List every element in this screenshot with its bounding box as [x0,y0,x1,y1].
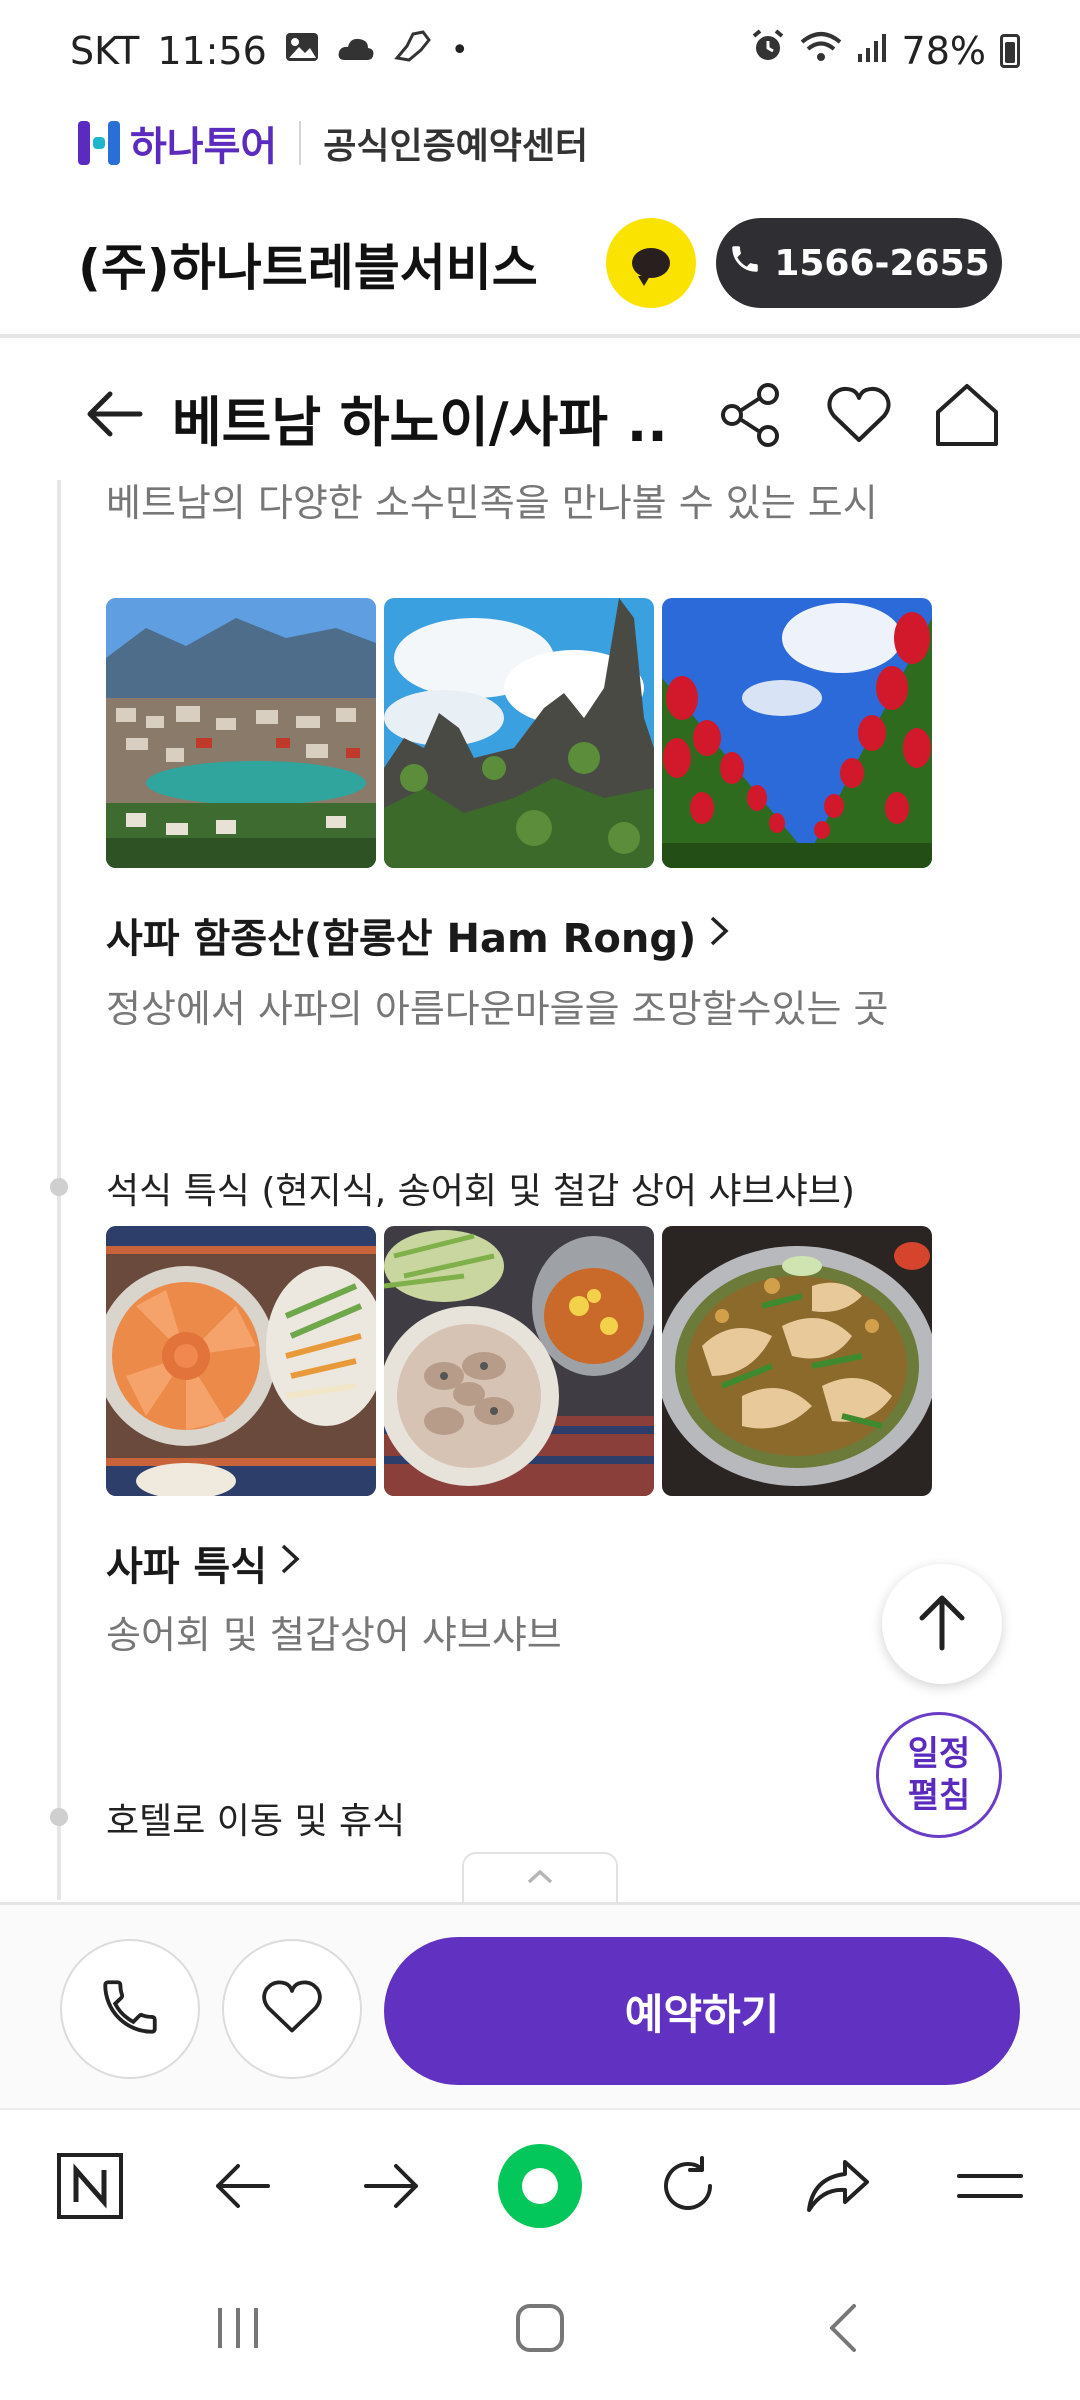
page-title: 베트남 하노이/사파 ... [172,391,672,454]
spot2-description: 송어회 및 철갑상어 샤브샤브 [106,1613,562,1657]
timeline-dot [50,1808,68,1826]
reserve-button[interactable]: 예약하기 [384,1937,1020,2085]
recent-apps-icon[interactable] [208,2298,268,2358]
kakao-chat-button[interactable] [606,218,696,308]
gallery-icon [285,31,319,71]
heart-icon [259,1974,325,2044]
meal-photo-row [106,1226,932,1496]
chevron-right-icon [708,912,730,958]
phone-number: 1566-2655 [774,242,990,284]
browser-back-icon[interactable] [206,2150,278,2222]
home-icon[interactable] [932,380,1002,450]
spot2-title-link[interactable]: 사파 특식 [106,1534,301,1592]
spot1-description: 정상에서 사파의 아름다운마을을 조망할수있는 곳 [106,987,889,1031]
phone-icon [97,1974,163,2044]
red-tulips-photo[interactable] [662,598,932,868]
expand-schedule-label-2: 펼침 [907,1776,971,1816]
bottom-action-bar: 예약하기 [0,1902,1080,2108]
shoe-icon [393,28,433,73]
scroll-to-top-button[interactable] [882,1564,1002,1684]
header-divider [0,334,1080,338]
brand-divider [299,121,302,165]
expand-schedule-button[interactable]: 일정 펼침 [876,1712,1002,1838]
brand-name: 하나투어 [130,124,278,170]
system-nav-bar [0,2258,1080,2400]
wifi-icon [800,29,842,73]
status-right: 78% [750,28,1020,73]
status-left: SKT 11:56 • [70,28,469,73]
meal-schedule-label: 석식 특식 (현지식, 송어회 및 철갑 상어 샤브샤브) [106,1171,855,1212]
itinerary-content: 베트남의 다양한 소수민족을 만나볼 수 있는 도시 사파 함종산(함롱산 Ha… [0,480,1080,1900]
battery-percent: 78% [901,28,986,73]
chevron-right-icon [279,1540,301,1586]
naver-green-dot-icon[interactable] [496,2142,584,2230]
notification-dot: • [450,33,469,68]
call-button[interactable] [60,1939,200,2079]
heart-icon[interactable] [824,380,894,450]
system-back-icon[interactable] [814,2298,874,2358]
menu-icon[interactable] [954,2150,1026,2222]
sapa-town-photo[interactable] [106,598,376,868]
expand-schedule-label-1: 일정 [907,1734,971,1774]
spot1-title-link[interactable]: 사파 함종산(함롱산 Ham Rong) [106,906,730,964]
cloud-icon [337,31,375,71]
spot1-photo-row [106,598,932,868]
arrow-up-icon [914,1592,970,1656]
company-name: (주)하나트레블서비스 [78,239,538,297]
spot2-title: 사파 특식 [106,1544,268,1590]
sturgeon-slices-photo[interactable] [384,1226,654,1496]
bottom-sheet-handle[interactable] [462,1852,618,1904]
title-bar: 베트남 하노이/사파 ... [0,350,1080,480]
phone-icon [728,242,762,285]
hanatour-logo-icon [78,121,120,165]
spot1-title: 사파 함종산(함롱산 Ham Rong) [106,916,697,962]
kakao-chat-icon [632,248,670,286]
hotel-schedule-label: 호텔로 이동 및 휴식 [106,1801,406,1842]
carrier-label: SKT [70,28,140,73]
browser-share-icon[interactable] [802,2150,874,2222]
timeline-dot [50,1178,68,1196]
browser-forward-icon[interactable] [356,2150,428,2222]
naver-icon[interactable] [54,2150,126,2222]
refresh-icon[interactable] [652,2150,724,2222]
call-phone-button[interactable]: 1566-2655 [716,218,1002,308]
back-arrow-icon[interactable] [82,382,146,446]
shabu-shabu-hotpot-photo[interactable] [662,1226,932,1496]
wishlist-button[interactable] [222,1939,362,2079]
brand-subtitle: 공식인증예약센터 [323,126,589,167]
ham-rong-rocks-photo[interactable] [384,598,654,868]
trout-sashimi-photo[interactable] [106,1226,376,1496]
chevron-up-icon [525,1868,555,1890]
city-description: 베트남의 다양한 소수민족을 만나볼 수 있는 도시 [106,481,878,525]
battery-icon [1000,33,1020,68]
clock: 11:56 [157,28,267,73]
browser-toolbar [0,2108,1080,2258]
home-button-icon[interactable] [510,2298,570,2358]
brand-row[interactable]: 하나투어 공식인증예약센터 [78,108,588,178]
alarm-icon [750,28,786,73]
signal-icon [856,29,888,73]
status-bar: SKT 11:56 • 78% [0,0,1080,100]
share-icon[interactable] [716,380,786,450]
